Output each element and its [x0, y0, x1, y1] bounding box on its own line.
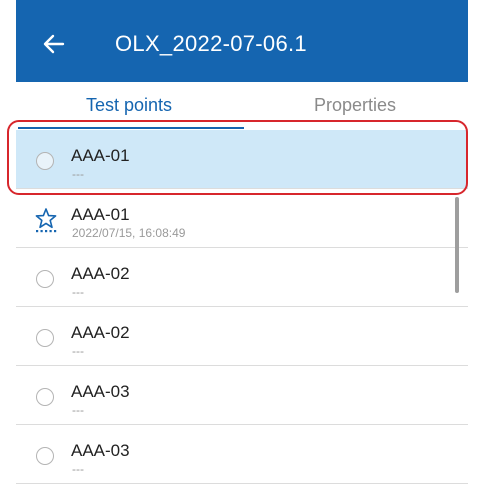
active-tab-indicator	[18, 127, 244, 129]
list-item-timestamp: 2022/07/15, 16:08:49	[72, 226, 186, 240]
tab-bar: Test points Properties	[16, 82, 468, 128]
radio-icon[interactable]	[36, 270, 54, 288]
list-item-name: AAA-01	[71, 205, 130, 224]
list-item[interactable]: AAA-02 ---	[16, 248, 468, 307]
tab-properties[interactable]: Properties	[242, 82, 468, 128]
list-item-name: AAA-02	[71, 323, 130, 342]
list-item-subtitle: ---	[72, 462, 84, 476]
list-item-name: AAA-01	[71, 146, 130, 165]
back-button[interactable]	[36, 26, 72, 62]
tab-test-points[interactable]: Test points	[16, 82, 242, 128]
list-item[interactable]: AAA-01 2022/07/15, 16:08:49	[16, 189, 468, 248]
list-item-subtitle: ---	[72, 167, 84, 181]
test-point-list: AAA-01 --- AAA-01 2022/07/15, 16:08:49 A…	[16, 130, 468, 484]
list-item-subtitle: ---	[72, 344, 84, 358]
list-item-name: AAA-03	[71, 441, 130, 460]
list-item-subtitle: ---	[72, 403, 84, 417]
app-bar: OLX_2022-07-06.1	[16, 0, 468, 82]
list-item[interactable]: AAA-02 ---	[16, 307, 468, 366]
arrow-left-icon	[43, 34, 65, 54]
list-item[interactable]: AAA-03 ---	[16, 366, 468, 425]
page-title: OLX_2022-07-06.1	[115, 31, 307, 56]
radio-icon[interactable]	[36, 329, 54, 347]
list-item[interactable]: AAA-03 ---	[16, 425, 468, 484]
radio-icon[interactable]	[36, 447, 54, 465]
scrollbar[interactable]	[455, 197, 459, 293]
list-item[interactable]: AAA-01 ---	[16, 130, 468, 189]
radio-icon[interactable]	[36, 152, 54, 170]
radio-icon[interactable]	[36, 388, 54, 406]
list-item-name: AAA-02	[71, 264, 130, 283]
list-item-name: AAA-03	[71, 382, 130, 401]
star-icon[interactable]	[34, 207, 58, 233]
list-item-subtitle: ---	[72, 285, 84, 299]
